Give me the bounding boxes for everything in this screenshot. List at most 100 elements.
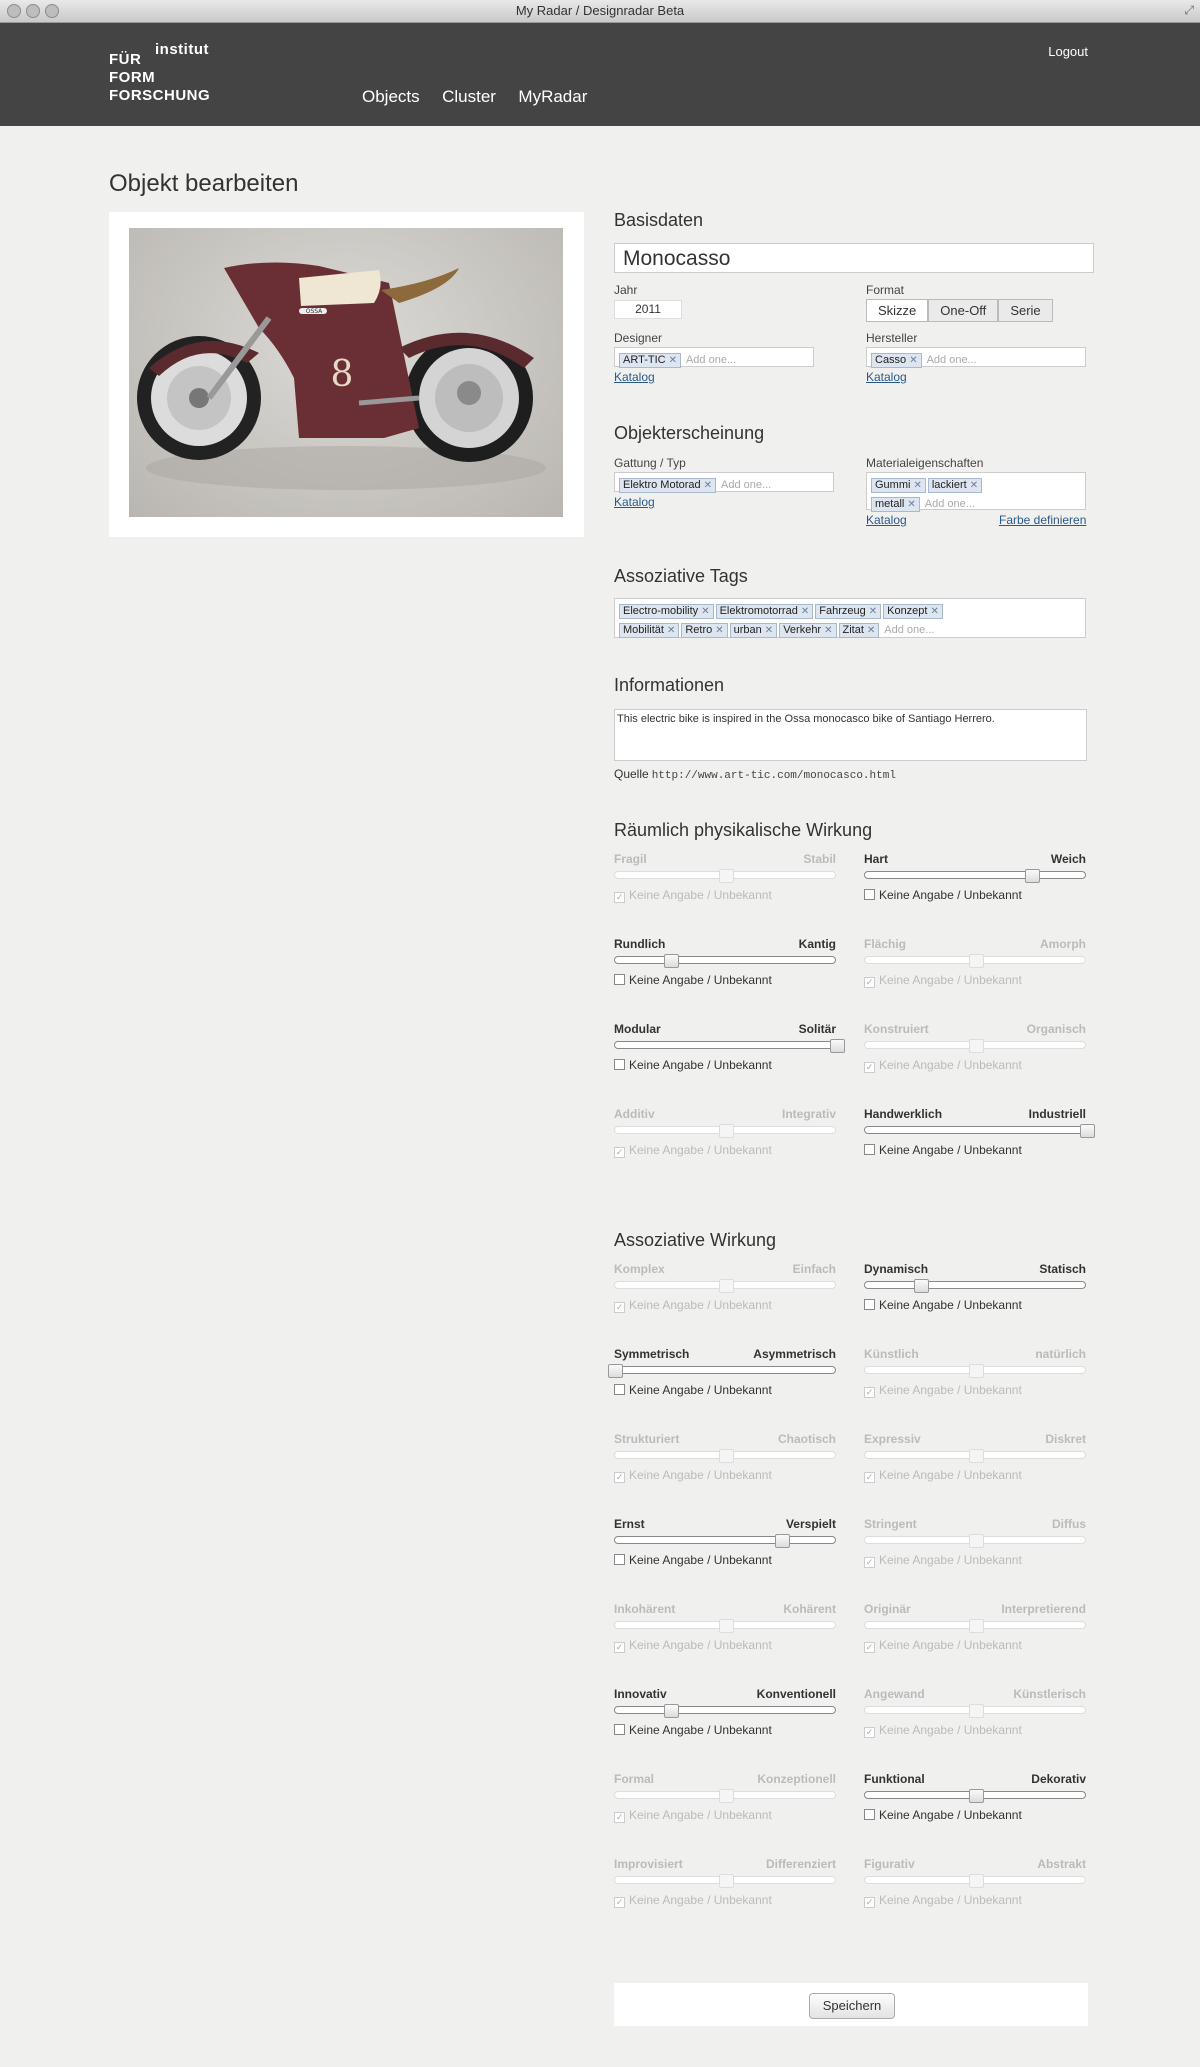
checkbox-icon[interactable] <box>614 1554 625 1565</box>
slider-handle[interactable] <box>1080 1124 1095 1138</box>
add-tag-placeholder[interactable]: Add one... <box>686 354 736 366</box>
remove-tag-icon[interactable]: ✕ <box>930 606 938 617</box>
slider-handle[interactable] <box>719 1279 734 1293</box>
unknown-checkbox[interactable]: Keine Angabe / Unbekannt <box>864 1143 1022 1157</box>
slider-track[interactable] <box>864 954 1086 968</box>
save-button[interactable]: Speichern <box>809 1993 895 2019</box>
remove-tag-icon[interactable]: ✕ <box>715 625 723 636</box>
checkbox-icon[interactable]: ✓ <box>614 1812 625 1823</box>
slider-track[interactable] <box>614 1534 836 1548</box>
checkbox-icon[interactable]: ✓ <box>614 1472 625 1483</box>
remove-tag-icon[interactable]: ✕ <box>913 480 921 491</box>
add-tag-placeholder[interactable]: Add one... <box>884 624 934 636</box>
unknown-checkbox[interactable]: Keine Angabe / Unbekannt <box>614 973 772 987</box>
slider-track[interactable] <box>614 1789 836 1803</box>
slider-track[interactable] <box>864 1279 1086 1293</box>
slider-handle[interactable] <box>1024 869 1040 883</box>
gattung-tag-input[interactable]: Elektro Motorad ✕ Add one... <box>614 472 834 493</box>
slider-handle[interactable] <box>969 1534 984 1548</box>
designer-katalog-link[interactable]: Katalog <box>614 370 655 384</box>
material-tag-input[interactable]: Gummi ✕ lackiert ✕ metall ✕ Add one... <box>866 472 1086 512</box>
checkbox-icon[interactable] <box>864 1299 875 1310</box>
slider-handle[interactable] <box>830 1039 845 1053</box>
slider-handle[interactable] <box>969 1789 984 1803</box>
slider-track[interactable] <box>614 1619 836 1633</box>
remove-tag-icon[interactable]: ✕ <box>765 625 773 636</box>
checkbox-icon[interactable]: ✓ <box>614 1897 625 1908</box>
associative-tags-input[interactable]: Electro-mobility ✕ Elektromotorrad ✕ Fahrzeu… <box>614 598 1086 638</box>
slider-track[interactable] <box>864 1534 1086 1548</box>
remove-tag-icon[interactable]: ✕ <box>669 355 677 366</box>
unknown-checkbox[interactable]: ✓ Keine Angabe / Unbekannt <box>864 973 1022 988</box>
slider-handle[interactable] <box>969 1704 984 1718</box>
remove-tag-icon[interactable]: ✕ <box>869 606 877 617</box>
unknown-checkbox[interactable]: Keine Angabe / Unbekannt <box>864 1298 1022 1312</box>
unknown-checkbox[interactable]: ✓ Keine Angabe / Unbekannt <box>864 1723 1022 1738</box>
slider-track[interactable] <box>864 1874 1086 1888</box>
slider-track[interactable] <box>864 1619 1086 1633</box>
checkbox-icon[interactable] <box>864 1144 875 1155</box>
unknown-checkbox[interactable]: ✓ Keine Angabe / Unbekannt <box>614 888 772 903</box>
slider-handle[interactable] <box>969 1619 984 1633</box>
unknown-checkbox[interactable]: ✓ Keine Angabe / Unbekannt <box>614 1638 772 1653</box>
slider-handle[interactable] <box>608 1364 623 1378</box>
nav-objects[interactable]: Objects <box>362 87 420 106</box>
unknown-checkbox[interactable]: Keine Angabe / Unbekannt <box>864 1808 1022 1822</box>
slider-handle[interactable] <box>913 1279 929 1293</box>
remove-tag-icon[interactable]: ✕ <box>867 625 875 636</box>
unknown-checkbox[interactable]: ✓ Keine Angabe / Unbekannt <box>864 1893 1022 1908</box>
slider-handle[interactable] <box>663 954 679 968</box>
slider-handle[interactable] <box>719 1874 734 1888</box>
add-tag-placeholder[interactable]: Add one... <box>925 498 975 510</box>
fullscreen-icon[interactable]: ⤢ <box>1184 3 1194 18</box>
slider-track[interactable] <box>614 1704 836 1718</box>
checkbox-icon[interactable]: ✓ <box>864 1897 875 1908</box>
format-option-skizze[interactable]: Skizze <box>866 299 929 322</box>
checkbox-icon[interactable]: ✓ <box>614 1147 625 1158</box>
checkbox-icon[interactable]: ✓ <box>864 1557 875 1568</box>
slider-track[interactable] <box>614 954 836 968</box>
slider-handle[interactable] <box>719 1124 734 1138</box>
format-option-serie[interactable]: Serie <box>998 299 1053 322</box>
remove-tag-icon[interactable]: ✕ <box>667 625 675 636</box>
unknown-checkbox[interactable]: ✓ Keine Angabe / Unbekannt <box>864 1468 1022 1483</box>
slider-track[interactable] <box>614 1279 836 1293</box>
slider-track[interactable] <box>864 1364 1086 1378</box>
slider-track[interactable] <box>864 1789 1086 1803</box>
slider-handle[interactable] <box>719 1789 734 1803</box>
gattung-katalog-link[interactable]: Katalog <box>614 495 655 509</box>
checkbox-icon[interactable]: ✓ <box>864 977 875 988</box>
add-tag-placeholder[interactable]: Add one... <box>927 354 977 366</box>
checkbox-icon[interactable] <box>864 1809 875 1820</box>
hersteller-tag-input[interactable]: Casso ✕ Add one... <box>866 347 1086 368</box>
checkbox-icon[interactable] <box>864 889 875 900</box>
checkbox-icon[interactable]: ✓ <box>864 1472 875 1483</box>
quelle-url-input[interactable]: http://www.art-tic.com/monocasco.html <box>652 770 896 782</box>
unknown-checkbox[interactable]: ✓ Keine Angabe / Unbekannt <box>614 1893 772 1908</box>
slider-handle[interactable] <box>969 954 984 968</box>
remove-tag-icon[interactable]: ✕ <box>909 355 917 366</box>
checkbox-icon[interactable]: ✓ <box>864 1642 875 1653</box>
slider-track[interactable] <box>864 1039 1086 1053</box>
remove-tag-icon[interactable]: ✕ <box>824 625 832 636</box>
unknown-checkbox[interactable]: Keine Angabe / Unbekannt <box>614 1723 772 1737</box>
slider-track[interactable] <box>864 1449 1086 1463</box>
slider-track[interactable] <box>608 1364 836 1378</box>
checkbox-icon[interactable]: ✓ <box>864 1062 875 1073</box>
unknown-checkbox[interactable]: ✓ Keine Angabe / Unbekannt <box>864 1383 1022 1398</box>
checkbox-icon[interactable] <box>614 1724 625 1735</box>
slider-handle[interactable] <box>969 1874 984 1888</box>
checkbox-icon[interactable]: ✓ <box>864 1387 875 1398</box>
checkbox-icon[interactable]: ✓ <box>614 1642 625 1653</box>
unknown-checkbox[interactable]: Keine Angabe / Unbekannt <box>614 1383 772 1397</box>
nav-cluster[interactable]: Cluster <box>442 87 496 106</box>
slider-handle[interactable] <box>969 1364 984 1378</box>
add-tag-placeholder[interactable]: Add one... <box>721 479 771 491</box>
hersteller-katalog-link[interactable]: Katalog <box>866 370 907 384</box>
jahr-input[interactable]: 2011 <box>614 300 682 319</box>
checkbox-icon[interactable] <box>614 1059 625 1070</box>
slider-track[interactable] <box>864 1124 1095 1138</box>
nav-myradar[interactable]: MyRadar <box>518 87 587 106</box>
checkbox-icon[interactable]: ✓ <box>864 1727 875 1738</box>
unknown-checkbox[interactable]: ✓ Keine Angabe / Unbekannt <box>864 1058 1022 1073</box>
